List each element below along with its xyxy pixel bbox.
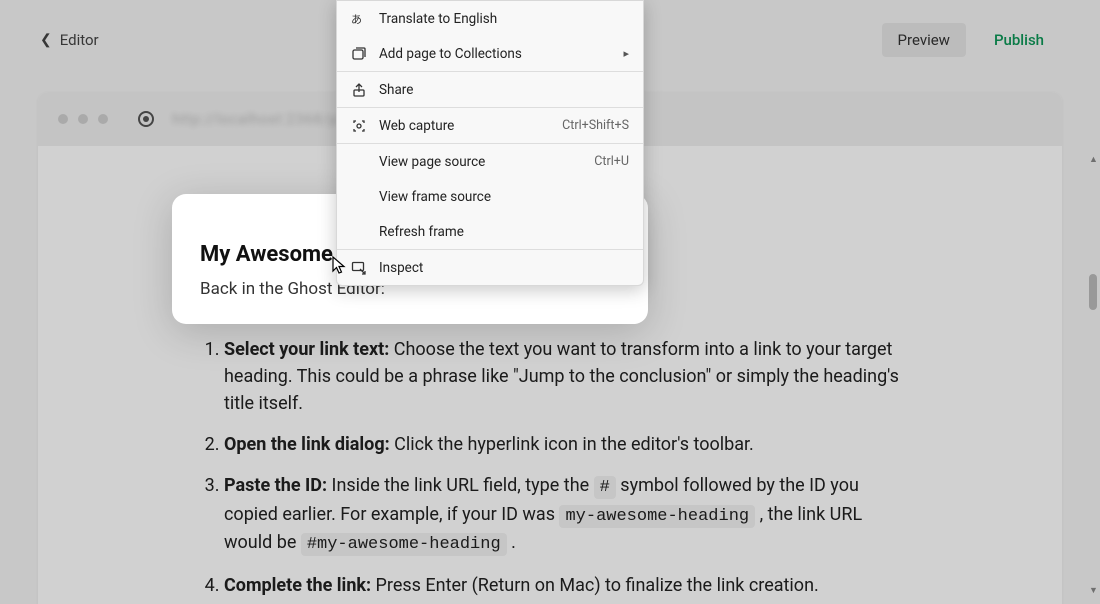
list-item: Complete the link: Press Enter (Return o… <box>224 572 902 599</box>
list-item: Paste the ID: Inside the link URL field,… <box>224 472 902 558</box>
context-menu-item[interactable]: Refresh frame <box>337 214 643 249</box>
context-menu: あ Translate to English Add page to Collect… <box>336 0 644 286</box>
back-label: Editor <box>60 31 99 49</box>
context-menu-label: View frame source <box>379 189 491 205</box>
code-hash: # <box>594 476 616 499</box>
code-anchor: #my-awesome-heading <box>301 533 507 556</box>
traffic-dot <box>78 114 88 124</box>
scrollbar[interactable]: ▲ ▼ <box>1088 146 1098 604</box>
inspect-icon <box>351 260 367 276</box>
context-menu-shortcut: Ctrl+U <box>594 154 629 169</box>
traffic-dot <box>58 114 68 124</box>
context-menu-item[interactable]: Web capture Ctrl+Shift+S <box>337 108 643 143</box>
svg-text:あ: あ <box>351 13 362 26</box>
context-menu-label: View page source <box>379 154 485 170</box>
back-to-editor[interactable]: ❮ Editor <box>40 31 99 49</box>
share-icon <box>351 82 367 98</box>
context-menu-label: Add page to Collections <box>379 46 522 62</box>
collections-icon <box>351 46 367 62</box>
list-item: Open the link dialog: Click the hyperlin… <box>224 431 902 458</box>
context-menu-label: Web capture <box>379 118 454 134</box>
translate-icon: あ <box>351 11 367 27</box>
code-id: my-awesome-heading <box>559 505 755 528</box>
traffic-dot <box>98 114 108 124</box>
publish-button[interactable]: Publish <box>978 23 1060 57</box>
context-menu-item[interactable]: Share <box>337 72 643 107</box>
scroll-thumb[interactable] <box>1089 274 1097 310</box>
favicon-icon <box>138 111 154 127</box>
context-menu-item[interactable]: Inspect <box>337 250 643 285</box>
context-menu-item[interactable]: View frame source <box>337 179 643 214</box>
context-menu-item[interactable]: View page source Ctrl+U <box>337 144 643 179</box>
chevron-left-icon: ❮ <box>40 32 52 48</box>
context-menu-label: Share <box>379 82 413 98</box>
context-menu-shortcut: Ctrl+Shift+S <box>562 118 629 133</box>
context-menu-item[interactable]: あ Translate to English <box>337 1 643 36</box>
context-menu-item[interactable]: Add page to Collections <box>337 36 643 71</box>
capture-icon <box>351 118 367 134</box>
instruction-list: Select your link text: Choose the text y… <box>198 336 902 599</box>
scroll-up-icon[interactable]: ▲ <box>1089 154 1098 165</box>
preview-button[interactable]: Preview <box>882 23 966 57</box>
cursor-icon <box>332 256 348 276</box>
context-menu-label: Inspect <box>379 260 423 276</box>
scroll-down-icon[interactable]: ▼ <box>1089 585 1098 596</box>
list-item: Select your link text: Choose the text y… <box>224 336 902 417</box>
app-root: ❮ Editor Preview Publish http://localhos… <box>0 0 1100 604</box>
context-menu-label: Refresh frame <box>379 224 464 240</box>
context-menu-label: Translate to English <box>379 11 497 27</box>
